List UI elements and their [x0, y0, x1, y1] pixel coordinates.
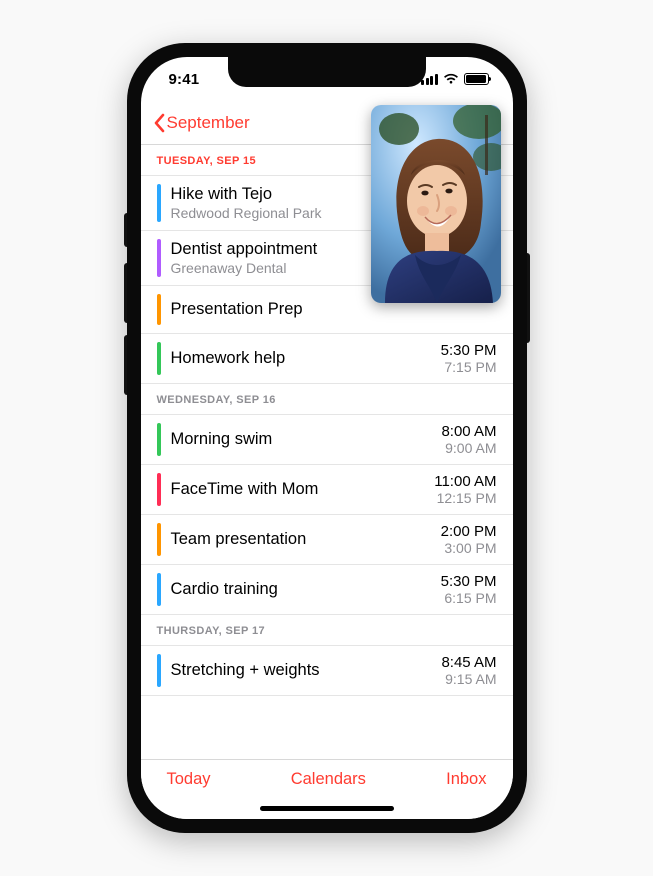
- event-info: Morning swim: [171, 423, 442, 456]
- event-times: 8:00 AM9:00 AM: [441, 423, 496, 456]
- inbox-button[interactable]: Inbox: [446, 770, 486, 789]
- event-times: 2:00 PM3:00 PM: [441, 523, 497, 556]
- calendar-color-bar: [157, 523, 161, 556]
- event-info: Stretching + weights: [171, 654, 442, 687]
- event-title: Stretching + weights: [171, 660, 442, 681]
- event-end-time: 9:15 AM: [441, 671, 496, 687]
- notch: [228, 57, 426, 87]
- event-title: Morning swim: [171, 429, 442, 450]
- phone-frame: 9:41 September TUESDAY, SEP 15Hike with …: [127, 43, 527, 833]
- event-row[interactable]: Morning swim8:00 AM9:00 AM: [141, 415, 513, 465]
- screen: 9:41 September TUESDAY, SEP 15Hike with …: [141, 57, 513, 819]
- section-header: THURSDAY, SEP 17: [141, 615, 513, 646]
- event-end-time: 6:15 PM: [441, 590, 497, 606]
- calendars-button[interactable]: Calendars: [291, 770, 366, 789]
- event-row[interactable]: Stretching + weights8:45 AM9:15 AM: [141, 646, 513, 696]
- section-header: WEDNESDAY, SEP 16: [141, 384, 513, 415]
- back-button[interactable]: September: [153, 113, 250, 133]
- calendar-color-bar: [157, 473, 161, 506]
- status-time: 9:41: [169, 71, 200, 88]
- event-end-time: 3:00 PM: [441, 540, 497, 556]
- event-start-time: 2:00 PM: [441, 523, 497, 540]
- calendar-color-bar: [157, 423, 161, 456]
- calendar-color-bar: [157, 294, 161, 325]
- calendar-color-bar: [157, 342, 161, 375]
- power-button: [527, 253, 530, 343]
- event-end-time: 9:00 AM: [441, 440, 496, 456]
- event-row[interactable]: FaceTime with Mom11:00 AM12:15 PM: [141, 465, 513, 515]
- event-times: 11:00 AM12:15 PM: [434, 473, 496, 506]
- home-indicator[interactable]: [260, 806, 394, 811]
- event-info: Homework help: [171, 342, 441, 375]
- event-start-time: 5:30 PM: [441, 573, 497, 590]
- event-times: 5:30 PM7:15 PM: [441, 342, 497, 375]
- chevron-left-icon: [153, 113, 165, 133]
- event-start-time: 8:45 AM: [441, 654, 496, 671]
- back-label: September: [167, 113, 250, 133]
- status-indicators: [421, 73, 489, 85]
- calendar-color-bar: [157, 239, 161, 277]
- calendar-color-bar: [157, 573, 161, 606]
- event-times: 5:30 PM6:15 PM: [441, 573, 497, 606]
- event-info: Cardio training: [171, 573, 441, 606]
- event-end-time: 7:15 PM: [441, 359, 497, 375]
- event-row[interactable]: Homework help5:30 PM7:15 PM: [141, 334, 513, 384]
- event-row[interactable]: Team presentation2:00 PM3:00 PM: [141, 515, 513, 565]
- event-times: 8:45 AM9:15 AM: [441, 654, 496, 687]
- event-start-time: 5:30 PM: [441, 342, 497, 359]
- facetime-pip[interactable]: [371, 105, 501, 303]
- event-title: Cardio training: [171, 579, 441, 600]
- event-info: FaceTime with Mom: [171, 473, 435, 506]
- battery-icon: [464, 73, 489, 85]
- event-title: FaceTime with Mom: [171, 479, 435, 500]
- event-title: Homework help: [171, 348, 441, 369]
- event-title: Team presentation: [171, 529, 441, 550]
- event-start-time: 8:00 AM: [441, 423, 496, 440]
- calendar-color-bar: [157, 654, 161, 687]
- wifi-icon: [443, 73, 459, 85]
- event-info: Team presentation: [171, 523, 441, 556]
- calendar-color-bar: [157, 184, 161, 222]
- event-end-time: 12:15 PM: [434, 490, 496, 506]
- today-button[interactable]: Today: [167, 770, 211, 789]
- event-row[interactable]: Cardio training5:30 PM6:15 PM: [141, 565, 513, 615]
- event-start-time: 11:00 AM: [434, 473, 496, 490]
